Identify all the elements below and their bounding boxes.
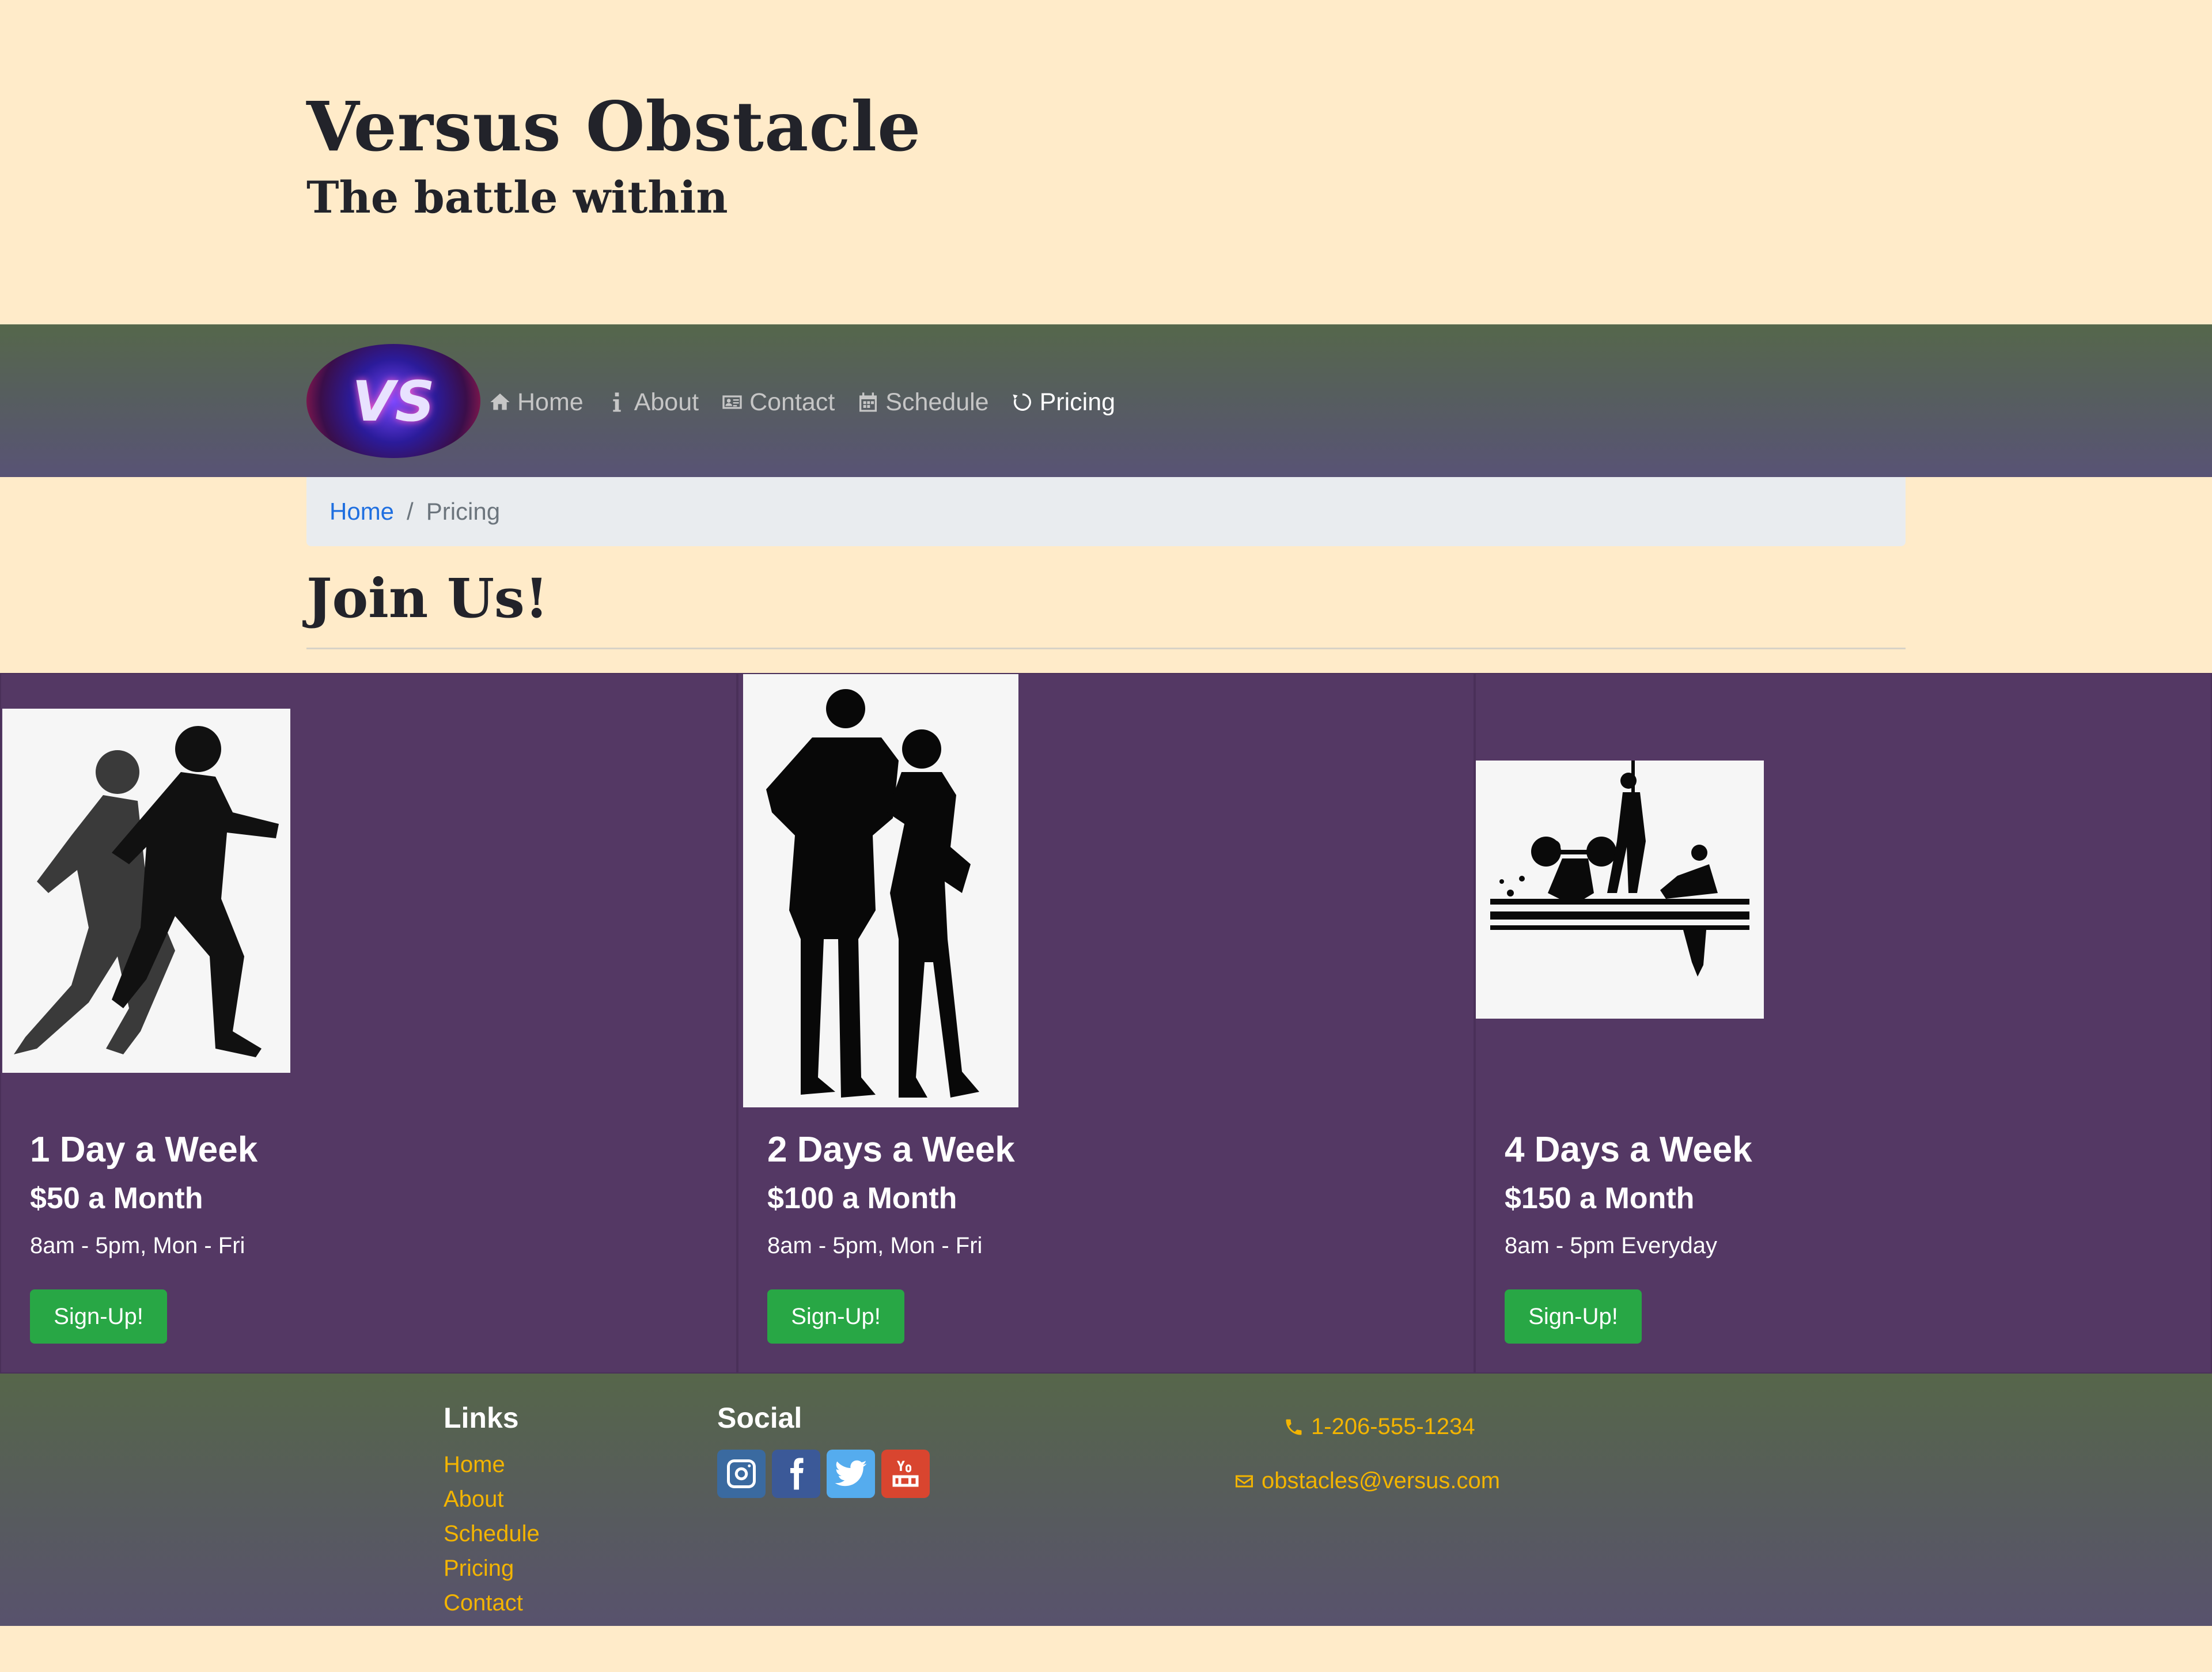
breadcrumb-separator: / (407, 498, 414, 525)
divider (306, 648, 1906, 649)
footer-social-heading: Social (717, 1402, 802, 1434)
phone-text: 1-206-555-1234 (1311, 1414, 1475, 1439)
envelope-icon (1236, 1475, 1253, 1487)
twitter-button[interactable] (827, 1450, 875, 1498)
nav-item-about[interactable]: About (605, 388, 699, 417)
couple-image (743, 674, 1018, 1107)
fitness-group-silhouette-icon (1490, 761, 1749, 977)
nav-item-schedule[interactable]: Schedule (857, 388, 989, 417)
nav-item-label: About (634, 388, 699, 416)
facebook-icon (790, 1458, 804, 1490)
site-title: Versus Obstacle (306, 86, 922, 167)
pricing-card: 2 Days a Week $100 a Month 8am - 5pm, Mo… (737, 673, 1475, 1374)
plan-hours: 8am - 5pm, Mon - Fri (30, 1233, 245, 1258)
breadcrumb-home-link[interactable]: Home (329, 498, 394, 525)
phone-icon (1286, 1419, 1302, 1435)
email-text: obstacles@versus.com (1262, 1468, 1501, 1493)
signup-button[interactable]: Sign-Up! (30, 1289, 167, 1344)
breadcrumb-current: Pricing (426, 498, 501, 525)
footer-links-heading: Links (444, 1402, 519, 1434)
address-card-icon (722, 395, 742, 409)
runners-image (2, 709, 290, 1073)
instagram-button[interactable] (717, 1450, 766, 1498)
footer-email[interactable]: obstacles@versus.com (1234, 1468, 1500, 1494)
plan-hours: 8am - 5pm Everyday (1505, 1233, 1718, 1258)
site-subtitle: The battle within (306, 172, 728, 223)
signup-button[interactable]: Sign-Up! (1505, 1289, 1642, 1344)
breadcrumb: Home / Pricing (306, 477, 1906, 546)
plan-hours: 8am - 5pm, Mon - Fri (767, 1233, 983, 1258)
fitness-group-image (1476, 761, 1764, 1019)
home-icon (490, 394, 510, 410)
logo[interactable]: VS (306, 344, 480, 458)
footer-link-about[interactable]: About (444, 1486, 504, 1512)
pricing-cards: 1 Day a Week $50 a Month 8am - 5pm, Mon … (0, 673, 2212, 1374)
footer-link-contact[interactable]: Contact (444, 1590, 523, 1616)
couple-silhouette-icon (766, 689, 979, 1098)
nav-item-contact[interactable]: Contact (721, 388, 835, 417)
refresh-icon (1012, 394, 1031, 411)
youtube-button[interactable] (881, 1450, 930, 1498)
facebook-button[interactable] (772, 1450, 820, 1498)
page-title: Join Us! (306, 567, 549, 630)
nav-item-pricing[interactable]: Pricing (1011, 388, 1115, 417)
plan-title: 4 Days a Week (1505, 1130, 1752, 1170)
footer-link-pricing[interactable]: Pricing (444, 1556, 514, 1582)
footer-phone[interactable]: 1-206-555-1234 (1283, 1414, 1475, 1440)
plan-price: $100 a Month (767, 1182, 957, 1215)
nav-item-label: Pricing (1039, 388, 1116, 416)
pricing-card: 4 Days a Week $150 a Month 8am - 5pm Eve… (1475, 673, 2212, 1374)
plan-title: 2 Days a Week (767, 1130, 1015, 1170)
nav-item-label: Contact (749, 388, 835, 416)
twitter-icon (835, 1460, 867, 1486)
footer-link-home[interactable]: Home (444, 1452, 505, 1478)
info-icon (613, 392, 621, 412)
runners-silhouette-icon (14, 726, 279, 1057)
footer (0, 1374, 2212, 1626)
footer-link-schedule[interactable]: Schedule (444, 1521, 540, 1547)
plan-price: $50 a Month (30, 1182, 203, 1215)
instagram-icon (727, 1459, 756, 1488)
plan-price: $150 a Month (1505, 1182, 1695, 1215)
youtube-icon (892, 1461, 919, 1487)
plan-title: 1 Day a Week (30, 1130, 258, 1170)
nav-menu: Home About Contact Schedule Pricing (488, 381, 1115, 423)
signup-button[interactable]: Sign-Up! (767, 1289, 904, 1344)
calendar-icon (859, 392, 877, 412)
logo-text: VS (352, 369, 435, 434)
nav-item-label: Schedule (885, 388, 989, 416)
nav-item-label: Home (517, 388, 584, 416)
pricing-card: 1 Day a Week $50 a Month 8am - 5pm, Mon … (0, 673, 737, 1374)
nav-item-home[interactable]: Home (488, 388, 584, 417)
header: Versus Obstacle The battle within (0, 0, 2212, 324)
